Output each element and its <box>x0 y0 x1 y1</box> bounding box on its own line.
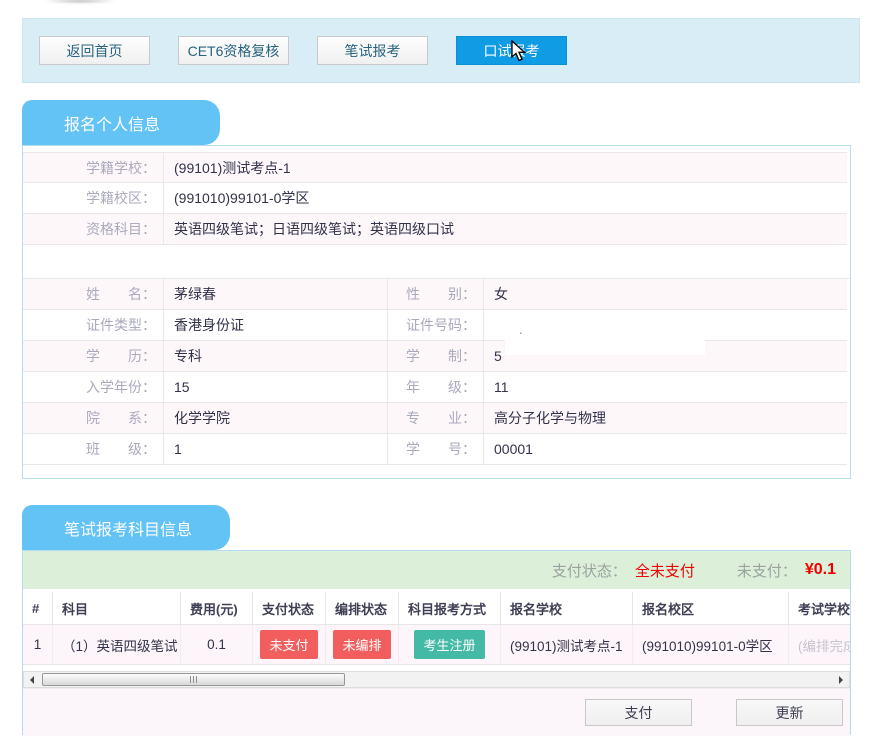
col-header-school: 报名学校 <box>501 592 633 624</box>
subjects-table: # 科目 费用(元) 支付状态 编排状态 科目报考方式 报名学校 报名校区 考试… <box>23 592 850 665</box>
col-header-fee: 费用(元) <box>181 592 253 624</box>
entry-year-label: 入学年份： <box>23 372 164 402</box>
pay-status-label: 支付状态： <box>552 560 627 581</box>
row-entryyear-grade: 入学年份： 15 年 级： 11 <box>23 372 847 403</box>
cell-campus: (991010)99101-0学区 <box>633 625 789 664</box>
class-label: 班 级： <box>23 434 164 464</box>
cell-register-mode: 考生注册 <box>399 625 501 664</box>
unarranged-badge: 未编排 <box>333 630 390 659</box>
personal-info-panel-body: 学籍学校： (99101)测试考点-1 学籍校区： (991010)99101-… <box>22 145 851 479</box>
unpaid-label: 未支付： <box>737 560 797 581</box>
row-faculty-major: 院 系： 化学学院 专 业： 高分子化学与物理 <box>23 403 847 434</box>
subjects-table-header: # 科目 费用(元) 支付状态 编排状态 科目报考方式 报名学校 报名校区 考试… <box>23 592 850 624</box>
written-exam-register-button[interactable]: 笔试报考 <box>317 36 428 65</box>
row-degree-duration: 学 历： 专科 学 制： 5 <box>23 341 847 372</box>
gender-value: 女 <box>484 279 847 309</box>
col-header-arrange-status: 编排状态 <box>326 592 399 624</box>
top-shadow <box>30 0 130 5</box>
campus-label: 学籍校区： <box>23 183 164 213</box>
mouse-cursor-icon <box>509 40 529 62</box>
row-idtype-idnumber: 证件类型： 香港身份证 证件号码： <box>23 310 847 341</box>
degree-value: 专科 <box>164 341 388 371</box>
cell-pay-status: 未支付 <box>253 625 326 664</box>
grade-label: 年 级： <box>388 372 484 402</box>
personal-info-panel-title: 报名个人信息 <box>22 100 220 145</box>
horizontal-scrollbar[interactable] <box>23 671 850 688</box>
col-header-campus: 报名校区 <box>633 592 789 624</box>
class-value: 1 <box>164 434 388 464</box>
id-number-label: 证件号码： <box>388 310 484 340</box>
faculty-value: 化学学院 <box>164 403 388 433</box>
col-header-index: # <box>23 592 53 624</box>
qualified-subjects-value: 英语四级笔试；日语四级笔试；英语四级口试 <box>164 214 847 244</box>
cell-index: 1 <box>23 625 53 664</box>
subjects-panel-body: 支付状态： 全未支付 未支付： ¥0.1 # 科目 费用(元) 支付状态 编排状… <box>22 550 851 735</box>
cell-fee: 0.1 <box>181 625 253 664</box>
cell-school: (99101)测试考点-1 <box>501 625 633 664</box>
subject-table-row: 1 （1）英语四级笔试 0.1 未支付 未编排 考生注册 (99101)测试考点… <box>23 624 850 665</box>
gender-label: 性 别： <box>388 279 484 309</box>
student-id-label: 学 号： <box>388 434 484 464</box>
back-home-button[interactable]: 返回首页 <box>39 36 150 65</box>
col-header-subject: 科目 <box>53 592 181 624</box>
qualified-subjects-label: 资格科目： <box>23 214 164 244</box>
school-value: (99101)测试考点-1 <box>164 153 847 182</box>
scroll-right-arrow-icon[interactable] <box>833 672 849 687</box>
degree-label: 学 历： <box>23 341 164 371</box>
scroll-left-arrow-icon[interactable] <box>24 672 40 687</box>
subjects-panel-footer: 支付 更新 <box>23 688 850 736</box>
major-value: 高分子化学与物理 <box>484 403 847 433</box>
faculty-label: 院 系： <box>23 403 164 433</box>
self-register-badge: 考生注册 <box>414 630 484 659</box>
cell-subject: （1）英语四级笔试 <box>53 625 181 664</box>
written-exam-subjects-panel: 笔试报考科目信息 支付状态： 全未支付 未支付： ¥0.1 # 科目 费用(元)… <box>22 505 851 735</box>
row-campus: 学籍校区： (991010)99101-0学区 <box>23 183 847 214</box>
cell-exam-school: (编排完成后 <box>789 625 850 664</box>
id-number-redaction-overlay: ˏ <box>505 312 705 355</box>
duration-label: 学 制： <box>388 341 484 371</box>
major-label: 专 业： <box>388 403 484 433</box>
payment-status-bar: 支付状态： 全未支付 未支付： ¥0.1 <box>23 551 850 589</box>
top-toolbar: 返回首页 CET6资格复核 笔试报考 口试报考 <box>22 18 860 83</box>
row-school: 学籍学校： (99101)测试考点-1 <box>23 152 847 183</box>
school-label: 学籍学校： <box>23 153 164 182</box>
col-header-pay-status: 支付状态 <box>253 592 326 624</box>
name-value: 茅绿春 <box>164 279 388 309</box>
update-button[interactable]: 更新 <box>736 699 843 726</box>
cell-arrange-status: 未编排 <box>326 625 399 664</box>
row-spacer <box>23 245 850 279</box>
student-id-value: 00001 <box>484 434 847 464</box>
unpaid-badge: 未支付 <box>260 630 317 659</box>
id-type-label: 证件类型： <box>23 310 164 340</box>
subjects-panel-title: 笔试报考科目信息 <box>22 505 230 550</box>
name-label: 姓 名： <box>23 279 164 309</box>
cet6-review-button[interactable]: CET6资格复核 <box>178 36 289 65</box>
col-header-register-mode: 科目报考方式 <box>399 592 501 624</box>
unpaid-amount: ¥0.1 <box>805 561 836 579</box>
personal-info-panel: 报名个人信息 学籍学校： (99101)测试考点-1 学籍校区： (991010… <box>22 100 851 479</box>
pay-button[interactable]: 支付 <box>585 699 692 726</box>
id-type-value: 香港身份证 <box>164 310 388 340</box>
row-qualified-subjects: 资格科目： 英语四级笔试；日语四级笔试；英语四级口试 <box>23 214 847 245</box>
row-class-studentid: 班 级： 1 学 号： 00001 <box>23 434 847 465</box>
pay-status-value: 全未支付 <box>635 560 695 581</box>
grade-value: 11 <box>484 372 847 402</box>
col-header-exam-school: 考试学校 <box>789 592 850 624</box>
entry-year-value: 15 <box>164 372 388 402</box>
row-name-gender: 姓 名： 茅绿春 性 别： 女 <box>23 279 847 310</box>
campus-value: (991010)99101-0学区 <box>164 183 847 213</box>
scrollbar-thumb[interactable] <box>42 673 345 686</box>
